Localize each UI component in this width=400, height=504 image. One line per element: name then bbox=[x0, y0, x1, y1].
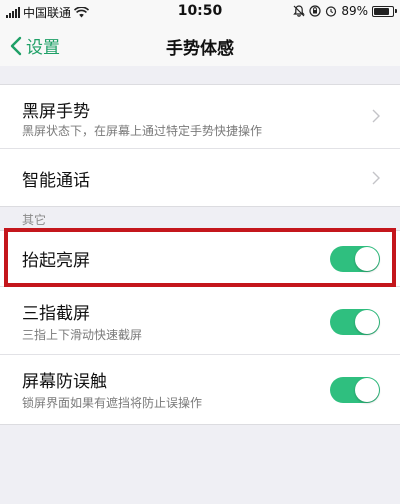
battery-icon bbox=[372, 5, 397, 17]
toggle-knob bbox=[355, 247, 379, 271]
row-subtitle: 黑屏状态下，在屏幕上通过特定手势快捷操作 bbox=[22, 124, 263, 138]
accidental-touch-toggle[interactable] bbox=[330, 377, 380, 403]
three-finger-screenshot-toggle[interactable] bbox=[330, 309, 380, 335]
row-title: 智能通话 bbox=[22, 171, 90, 191]
raise-to-wake-toggle[interactable] bbox=[330, 246, 380, 272]
battery-percent: 89% bbox=[341, 4, 368, 18]
row-title: 三指截屏 bbox=[22, 304, 90, 324]
nav-bar: 设置 手势体感 bbox=[0, 24, 400, 66]
chevron-right-icon bbox=[372, 171, 380, 185]
page-title: 手势体感 bbox=[166, 39, 234, 59]
list-item-three-finger-screenshot: 三指截屏 三指上下滑动快速截屏 bbox=[0, 286, 400, 354]
row-title: 抬起亮屏 bbox=[22, 251, 90, 271]
settings-group-gestures: 黑屏手势 黑屏状态下，在屏幕上通过特定手势快捷操作 智能通话 bbox=[0, 84, 400, 207]
row-title: 屏幕防误触 bbox=[22, 372, 107, 392]
status-right: 89% bbox=[293, 4, 397, 18]
rotation-lock-icon bbox=[309, 5, 321, 17]
alarm-clock-icon bbox=[326, 6, 337, 17]
list-item-black-screen-gesture[interactable]: 黑屏手势 黑屏状态下，在屏幕上通过特定手势快捷操作 bbox=[0, 85, 400, 148]
row-title: 黑屏手势 bbox=[22, 102, 90, 122]
settings-group-other: 抬起亮屏 三指截屏 三指上下滑动快速截屏 屏幕防误触 锁屏界面如果有遮挡将防止误… bbox=[0, 230, 400, 425]
status-bar: 中国联通 10:50 89% bbox=[0, 0, 400, 24]
row-subtitle: 锁屏界面如果有遮挡将防止误操作 bbox=[22, 396, 203, 410]
page-background-bottom bbox=[0, 425, 400, 504]
list-item-accidental-touch-prevention: 屏幕防误触 锁屏界面如果有遮挡将防止误操作 bbox=[0, 354, 400, 424]
toggle-knob bbox=[355, 310, 379, 334]
silent-bell-icon bbox=[293, 5, 306, 17]
toggle-knob bbox=[355, 378, 379, 402]
chevron-right-icon bbox=[372, 109, 380, 123]
list-item-raise-to-wake: 抬起亮屏 bbox=[0, 231, 400, 286]
section-header-other: 其它 bbox=[22, 213, 47, 227]
list-item-smart-call[interactable]: 智能通话 bbox=[0, 148, 400, 206]
row-subtitle: 三指上下滑动快速截屏 bbox=[22, 328, 143, 342]
